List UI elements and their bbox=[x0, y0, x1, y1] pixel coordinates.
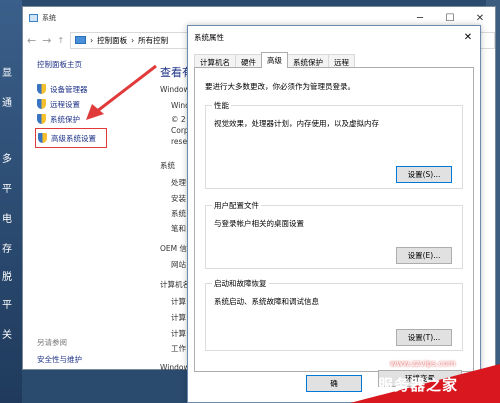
watermark-brand: 服务器之家 bbox=[378, 376, 459, 394]
dialog-close-button[interactable]: ✕ bbox=[460, 29, 476, 45]
back-arrow-icon[interactable]: ← bbox=[27, 34, 36, 47]
shield-icon bbox=[38, 133, 47, 143]
link-label: 设备管理器 bbox=[50, 84, 88, 94]
mid-text: 计算 bbox=[171, 329, 186, 338]
performance-settings-button[interactable]: 设置(S)... bbox=[396, 166, 452, 183]
desktop-label: 存 bbox=[2, 244, 12, 255]
user-profiles-group: 用户配置文件 与登录帐户相关的桌面设置 设置(E)... bbox=[205, 200, 463, 269]
mid-text: Window bbox=[160, 85, 190, 94]
close-icon: ✕ bbox=[475, 12, 485, 24]
remote-settings-link[interactable]: 远程设置 bbox=[37, 98, 157, 110]
tab-advanced[interactable]: 高级 bbox=[261, 52, 288, 68]
startup-recovery-group: 启动和故障恢复 系统启动、系统故障和调试信息 设置(T)... bbox=[205, 278, 463, 351]
group-label: 用户配置文件 bbox=[212, 200, 261, 211]
breadcrumb-root[interactable]: 控制面板 bbox=[97, 35, 127, 46]
link-label: 远程设置 bbox=[50, 99, 80, 109]
mid-text: Window bbox=[160, 363, 190, 372]
group-desc: 系统启动、系统故障和调试信息 bbox=[214, 297, 319, 306]
mid-text: 计算机名 bbox=[160, 280, 190, 289]
desktop-left-strip: 显 通 多 平 电 存 脱 平 关 bbox=[0, 0, 22, 403]
breadcrumb-current[interactable]: 所有控制 bbox=[138, 35, 168, 46]
chevron-right-icon: › bbox=[131, 35, 135, 45]
close-icon: ✕ bbox=[463, 31, 473, 43]
user-profiles-settings-button[interactable]: 设置(E)... bbox=[396, 247, 452, 264]
mid-text: 网站 bbox=[171, 260, 186, 269]
link-label: 高级系统设置 bbox=[51, 133, 96, 143]
mid-text: OEM 信 bbox=[160, 244, 187, 253]
advanced-tab-panel: 要进行大多数更改，你必须作为管理员登录。 性能 视觉效果，处理器计划，内存使用，… bbox=[194, 67, 474, 387]
desktop-label: 多 bbox=[2, 154, 12, 165]
advanced-system-settings-link[interactable]: 高级系统设置 bbox=[35, 128, 107, 148]
forward-arrow-icon[interactable]: → bbox=[42, 34, 51, 47]
desktop-label: 平 bbox=[2, 184, 12, 195]
desktop-label: 关 bbox=[2, 330, 12, 341]
group-desc: 与登录帐户相关的桌面设置 bbox=[214, 219, 304, 228]
maximize-icon: ☐ bbox=[445, 12, 455, 24]
mid-text: 笔和 bbox=[171, 224, 186, 233]
dialog-tabs: 计算机名 硬件 高级 系统保护 远程 bbox=[194, 52, 355, 68]
minimize-icon: ─ bbox=[416, 12, 424, 24]
dialog-titlebar[interactable]: 系统属性 ✕ bbox=[188, 26, 480, 48]
up-arrow-icon[interactable]: ↑ bbox=[57, 36, 64, 45]
mid-text: 计算 bbox=[171, 313, 186, 322]
chevron-right-icon: › bbox=[90, 35, 94, 45]
group-desc: 视觉效果，处理器计划，内存使用，以及虚拟内存 bbox=[214, 119, 379, 128]
group-label: 启动和故障恢复 bbox=[212, 278, 269, 289]
device-manager-link[interactable]: 设备管理器 bbox=[37, 83, 157, 95]
cp-sidebar: 控制面板主页 设备管理器 远程设置 系统保护 高级系统设置 bbox=[35, 59, 157, 151]
startup-recovery-settings-button[interactable]: 设置(T)... bbox=[396, 329, 452, 346]
desktop-label: 显 bbox=[2, 68, 12, 79]
mid-text: 系统 bbox=[160, 161, 175, 170]
group-label: 性能 bbox=[212, 100, 231, 111]
see-also-section: 另请参阅 安全性与维护 bbox=[37, 337, 82, 365]
mid-text: 计算 bbox=[171, 297, 186, 306]
mid-text: 安装 bbox=[171, 194, 186, 203]
desktop-label: 电 bbox=[2, 214, 12, 225]
see-also-title: 另请参阅 bbox=[37, 338, 67, 347]
dialog-title: 系统属性 bbox=[194, 32, 224, 42]
mid-text: 工作 bbox=[171, 344, 186, 353]
desktop-label: 脱 bbox=[2, 272, 12, 283]
mid-text: 处理 bbox=[171, 178, 186, 187]
desktop-label: 平 bbox=[2, 300, 12, 311]
shield-icon bbox=[37, 99, 46, 109]
system-window-icon bbox=[29, 14, 38, 22]
desktop-label: 通 bbox=[2, 98, 12, 109]
shield-icon bbox=[37, 114, 46, 124]
shield-icon bbox=[37, 84, 46, 94]
security-maintenance-link[interactable]: 安全性与维护 bbox=[37, 354, 82, 365]
control-panel-icon bbox=[75, 36, 87, 44]
tab-remote[interactable]: 远程 bbox=[328, 54, 355, 68]
link-label: 系统保护 bbox=[50, 114, 80, 124]
system-properties-dialog: 系统属性 ✕ 计算机名 硬件 高级 系统保护 远程 要进行大多数更改，你必须作为… bbox=[187, 25, 481, 403]
performance-group: 性能 视觉效果，处理器计划，内存使用，以及虚拟内存 设置(S)... bbox=[205, 100, 463, 189]
mid-text: rese bbox=[171, 137, 188, 146]
admin-note: 要进行大多数更改，你必须作为管理员登录。 bbox=[205, 82, 355, 91]
tab-computer-name[interactable]: 计算机名 bbox=[194, 54, 236, 68]
mid-text: 系统 bbox=[171, 209, 186, 218]
mid-text: © 2 bbox=[171, 115, 186, 124]
tab-system-protection[interactable]: 系统保护 bbox=[287, 54, 329, 68]
system-protection-link[interactable]: 系统保护 bbox=[37, 113, 157, 125]
tab-hardware[interactable]: 硬件 bbox=[235, 54, 262, 68]
cp-window-title: 系统 bbox=[42, 14, 56, 22]
watermark-url: www.zzvips.com bbox=[390, 359, 456, 368]
cp-home-link[interactable]: 控制面板主页 bbox=[37, 59, 157, 70]
